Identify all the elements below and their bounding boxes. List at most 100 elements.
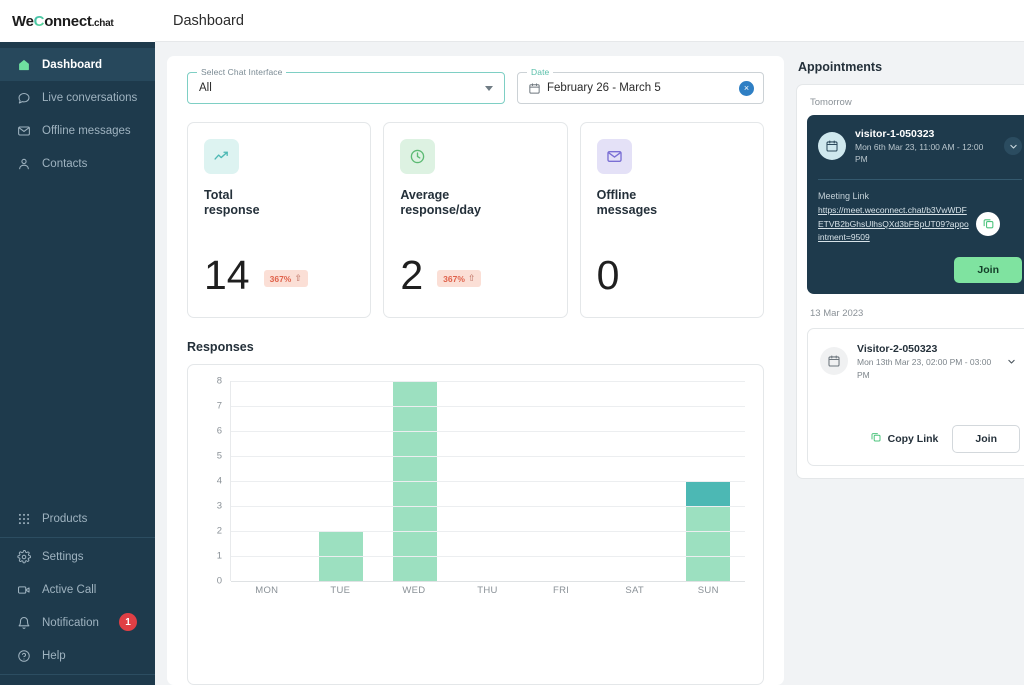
- divider: [818, 178, 1022, 180]
- join-row: Join: [818, 257, 1022, 284]
- sidebar-item-offline-messages[interactable]: Offline messages: [0, 114, 155, 147]
- x-axis-tick: THU: [477, 585, 498, 596]
- sidebar-item-live-conversations[interactable]: Live conversations: [0, 81, 155, 114]
- x-axis-tick: MON: [255, 585, 279, 596]
- sidebar-item-settings[interactable]: Settings: [0, 540, 155, 573]
- stat-bottom: 2 367% ⇧: [400, 252, 550, 317]
- gear-icon: [16, 549, 31, 564]
- sidebar-item-label: Help: [42, 649, 66, 662]
- sidebar-item-products[interactable]: Products: [0, 502, 155, 535]
- sidebar-item-dashboard[interactable]: Dashboard: [0, 48, 155, 81]
- date-legend: Date: [527, 67, 554, 77]
- sidebar-item-contacts[interactable]: Contacts: [0, 147, 155, 180]
- stat-card-average-response: Average response/day 2 367% ⇧: [383, 122, 568, 318]
- sidebar-nav-top: Dashboard Live conversations Offline mes…: [0, 42, 155, 180]
- chevron-down-icon[interactable]: [1004, 137, 1022, 156]
- sidebar-item-label: Live conversations: [42, 91, 138, 104]
- sidebar-item-label: Contacts: [42, 157, 88, 170]
- stat-label: Average response/day: [400, 188, 490, 217]
- x-axis: MON TUE WED THU FRI SAT SUN: [230, 585, 745, 596]
- y-axis-tick: 6: [216, 425, 222, 437]
- logo-area: WeConnect.chat: [0, 0, 155, 42]
- sidebar-item-label: Settings: [42, 550, 84, 563]
- sidebar-item-active-call[interactable]: Active Call: [0, 573, 155, 606]
- logo-text-tld: .chat: [91, 17, 114, 29]
- chat-interface-value: All: [199, 82, 212, 94]
- copy-link-button[interactable]: Copy Link: [868, 426, 941, 451]
- gridline: [231, 506, 745, 507]
- home-icon: [16, 57, 31, 72]
- delta-value: 367%: [269, 273, 292, 284]
- y-axis-tick: 2: [216, 525, 222, 537]
- sidebar-divider-bottom: [0, 674, 155, 675]
- y-axis-tick: 0: [216, 575, 222, 587]
- dashboard-app: WeConnect.chat Dashboard Live conversati…: [0, 0, 1024, 685]
- person-icon: [16, 156, 31, 171]
- grid-icon: [16, 511, 31, 526]
- calendar-icon: [528, 82, 541, 95]
- sidebar-item-notification[interactable]: Notification 1: [0, 606, 155, 639]
- stat-label-line1: Total: [204, 188, 233, 202]
- gridline: [231, 381, 745, 382]
- status-badge: 367% ⇧: [263, 270, 308, 287]
- y-axis-tick: 3: [216, 500, 222, 512]
- stat-bottom: 14 367% ⇧: [204, 255, 354, 317]
- gridline: [231, 581, 745, 582]
- appointment-header: visitor-1-050323 Mon 6th Mar 23, 11:00 A…: [818, 127, 1022, 166]
- stat-label: Offline messages: [597, 188, 687, 217]
- join-button[interactable]: Join: [952, 424, 1020, 453]
- date-range-field[interactable]: Date February 26 - March 5 ×: [517, 67, 764, 104]
- stat-card-total-response: Total response 14 367% ⇧: [187, 122, 372, 318]
- bar-segment-responses-light: [686, 506, 731, 581]
- responses-chart-card: 8 7 6 5 4 3 2 1 0 MON TUE WED THU FRI SAT SUN: [187, 364, 764, 685]
- clear-date-button[interactable]: ×: [739, 81, 754, 96]
- chat-interface-legend: Select Chat Interface: [197, 67, 287, 77]
- gridline: [231, 456, 745, 457]
- sidebar-item-label: Products: [42, 512, 88, 525]
- delta-value: 367%: [443, 273, 465, 284]
- stat-value: 0: [596, 252, 620, 299]
- y-axis: 8 7 6 5 4 3 2 1 0: [200, 376, 226, 587]
- sidebar-divider: [0, 537, 155, 538]
- topbar: Dashboard: [155, 0, 1024, 42]
- clock-icon: [400, 139, 436, 174]
- copy-icon[interactable]: [976, 211, 1000, 236]
- stat-label-line2: response/day: [400, 202, 481, 217]
- sidebar-item-label: Notification: [42, 616, 99, 629]
- appointments-column: Appointments Tomorrow visitor-1-050323 M…: [796, 56, 1024, 685]
- page-title: Dashboard: [173, 12, 244, 29]
- dashboard-panel: Select Chat Interface All Date February …: [167, 56, 784, 685]
- x-axis-tick: SAT: [625, 585, 645, 596]
- y-axis-tick: 7: [216, 400, 222, 412]
- stat-label-line1: Offline: [596, 188, 637, 202]
- responses-bar-chart: 8 7 6 5 4 3 2 1 0 MON TUE WED THU FRI SAT SUN: [200, 376, 751, 609]
- sidebar-nav-bottom: Products Settings Active Call Notificati: [0, 502, 155, 685]
- envelope-icon: [596, 139, 632, 174]
- appointment-actions: Copy Link Join: [820, 424, 1020, 453]
- stat-bottom: 0: [596, 252, 747, 317]
- appointment-visitor-name: Visitor-2-050323: [857, 343, 938, 356]
- responses-title: Responses: [187, 340, 254, 354]
- gridline: [231, 556, 745, 557]
- meeting-link[interactable]: https://meet.weconnect.chat/b3VwWDFETVB2…: [818, 204, 970, 245]
- appointment-time: Mon 13th Mar 23, 02:00 PM - 03:00 PM: [857, 357, 992, 380]
- chevron-down-icon[interactable]: [1002, 352, 1020, 370]
- appointment-time: Mon 6th Mar 23, 11:00 AM - 12:00 PM: [855, 142, 984, 165]
- stat-card-offline-messages: Offline messages 0: [579, 122, 764, 318]
- weconnect-logo[interactable]: WeConnect.chat: [12, 12, 114, 30]
- arrow-up-icon: ⇧: [467, 273, 476, 283]
- stat-value: 2: [400, 252, 424, 299]
- join-button[interactable]: Join: [954, 257, 1022, 284]
- logo-text-c: C: [33, 12, 45, 30]
- chevron-down-icon[interactable]: [485, 86, 493, 91]
- sidebar-item-help[interactable]: Help: [0, 639, 155, 672]
- gridline: [231, 431, 745, 432]
- chat-interface-select[interactable]: Select Chat Interface All: [187, 67, 505, 104]
- gridline: [231, 481, 745, 482]
- stat-label-line1: Average: [400, 188, 450, 202]
- sidebar: WeConnect.chat Dashboard Live conversati…: [0, 0, 155, 685]
- plot-grid: [230, 381, 745, 582]
- copy-link-label: Copy Link: [887, 432, 939, 445]
- appointments-title: Appointments: [798, 60, 883, 74]
- x-axis-tick: FRI: [553, 585, 570, 596]
